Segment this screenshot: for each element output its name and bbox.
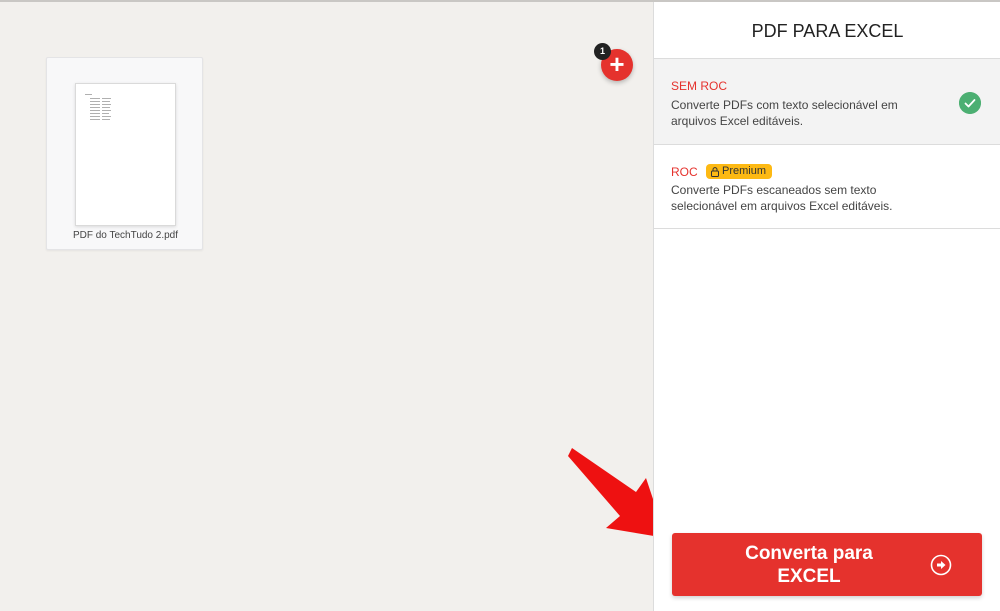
option-title: SEM ROC bbox=[671, 79, 728, 93]
file-count-badge: 1 bbox=[594, 43, 611, 60]
option-description: Converte PDFs escaneados sem texto selec… bbox=[671, 183, 893, 213]
lock-icon bbox=[711, 166, 719, 177]
file-thumbnail bbox=[75, 83, 176, 226]
plus-icon: + bbox=[609, 49, 625, 79]
options-sidebar: PDF PARA EXCEL SEM ROC Converte PDFs com… bbox=[653, 2, 1000, 611]
file-card[interactable]: PDF do TechTudo 2.pdf bbox=[46, 57, 203, 250]
convert-button[interactable]: Converta para EXCEL bbox=[672, 533, 982, 596]
option-description: Converte PDFs com texto selecionável em … bbox=[671, 98, 898, 128]
file-name: PDF do TechTudo 2.pdf bbox=[72, 230, 179, 241]
file-workspace: PDF do TechTudo 2.pdf + 1 bbox=[0, 2, 666, 611]
sidebar-title: PDF PARA EXCEL bbox=[751, 21, 904, 41]
convert-label: Converta para EXCEL bbox=[745, 543, 873, 587]
premium-badge: Premium bbox=[706, 164, 773, 179]
option-title: ROC bbox=[671, 165, 698, 179]
check-icon bbox=[959, 92, 981, 114]
arrow-right-circle-icon bbox=[930, 554, 952, 576]
option-roc[interactable]: ROC Premium Converte PDFs escaneados sem… bbox=[654, 144, 1000, 229]
option-sem-roc[interactable]: SEM ROC Converte PDFs com texto selecion… bbox=[654, 58, 1000, 144]
